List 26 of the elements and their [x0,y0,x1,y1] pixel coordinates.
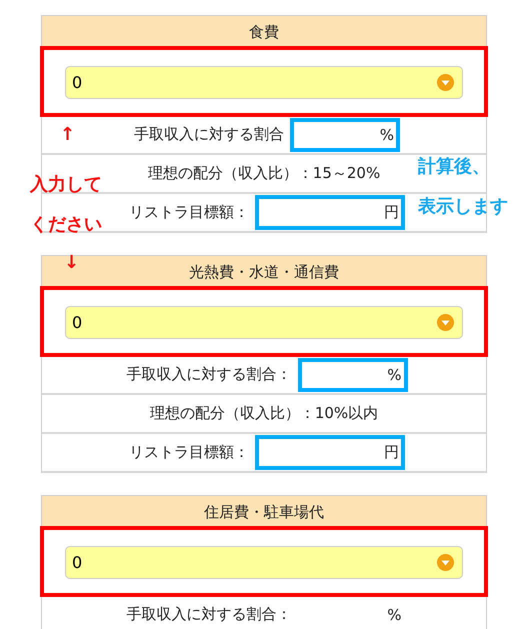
row-label: リストラ目標額： [129,203,249,222]
dropdown-caret-icon [437,554,454,570]
input-note: ください [30,213,102,236]
result-value: % [387,606,402,624]
row-label: 手取収入に対する割合 [134,125,284,144]
panel-header: 住居費・駐車場代 [42,496,486,529]
arrow-mark: ↑ [60,124,76,145]
dropdown-caret-icon [437,74,454,90]
row-label: 手取収入に対する割合： [126,365,292,384]
result-value: % [380,126,394,144]
output-note: 表示します [418,195,508,218]
amount-select[interactable]: 0 [65,66,463,98]
row-label: リストラ目標額： [129,443,249,462]
input-note: 入力して [30,173,102,196]
row-label: 手取収入に対する割合： [126,605,292,624]
arrow-mark: ↓ [64,252,80,273]
amount-select[interactable]: 0 [65,546,463,578]
amount-select[interactable]: 0 [65,306,463,338]
ideal-ratio-text: 理想の配分（収入比）：15～20% [148,164,380,183]
panel-header: 食費 [42,16,486,49]
dropdown-caret-icon [437,314,454,330]
result-value: 円 [384,443,399,461]
result-value: 円 [384,203,399,221]
result-value: % [387,366,402,384]
output-note: 計算後、 [418,155,490,178]
ideal-ratio-text: 理想の配分（収入比）：10%以内 [150,404,378,423]
